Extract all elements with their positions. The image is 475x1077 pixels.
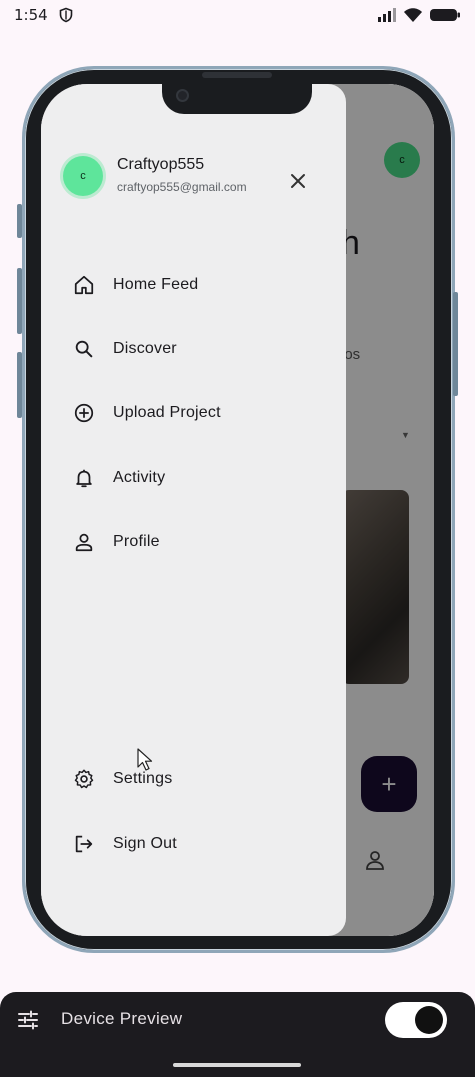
search-icon xyxy=(71,336,97,362)
device-screen: c h los ▼ + c Craftyop555 craftyop555@gm… xyxy=(41,84,434,936)
drawer-item-label: Profile xyxy=(113,533,160,550)
battery-icon xyxy=(430,9,460,21)
mute-switch xyxy=(17,204,22,238)
drawer-item-label: Activity xyxy=(113,469,166,486)
drawer-item-activity[interactable]: Activity xyxy=(71,458,321,498)
volume-down-button xyxy=(17,352,22,418)
device-notch xyxy=(162,72,312,114)
drawer-item-settings[interactable]: Settings xyxy=(71,759,321,799)
bell-icon xyxy=(71,465,97,491)
person-icon xyxy=(71,529,97,555)
power-button xyxy=(453,292,458,396)
navigation-drawer: c Craftyop555 craftyop555@gmail.com Home… xyxy=(41,84,346,936)
add-circle-icon xyxy=(71,400,97,426)
device-preview-toggle[interactable] xyxy=(385,1002,447,1038)
drawer-item-discover[interactable]: Discover xyxy=(71,329,321,369)
volume-up-button xyxy=(17,268,22,334)
drawer-item-profile[interactable]: Profile xyxy=(71,522,321,562)
drawer-item-label: Upload Project xyxy=(113,404,221,421)
close-icon xyxy=(291,174,305,188)
drawer-item-label: Discover xyxy=(113,340,177,357)
avatar[interactable]: c xyxy=(63,156,103,196)
drawer-item-label: Home Feed xyxy=(113,276,199,293)
drawer-item-label: Settings xyxy=(113,770,173,787)
home-indicator[interactable] xyxy=(173,1063,301,1067)
gear-icon xyxy=(71,766,97,792)
camera-icon xyxy=(176,89,189,102)
toggle-knob xyxy=(415,1006,443,1034)
drawer-header: c Craftyop555 craftyop555@gmail.com xyxy=(63,154,313,196)
drawer-item-label: Sign Out xyxy=(113,835,177,852)
shield-icon xyxy=(59,7,72,23)
drawer-item-sign-out[interactable]: Sign Out xyxy=(71,824,321,864)
drawer-item-home-feed[interactable]: Home Feed xyxy=(71,265,321,305)
mouse-cursor-icon xyxy=(137,748,153,771)
user-name: Craftyop555 xyxy=(117,156,205,173)
tune-icon[interactable] xyxy=(16,1008,40,1032)
user-email: craftyop555@gmail.com xyxy=(117,180,247,194)
home-icon xyxy=(71,272,97,298)
signal-icon xyxy=(378,8,396,22)
wifi-icon xyxy=(404,8,422,22)
status-bar: 1:54 xyxy=(0,0,475,30)
status-time: 1:54 xyxy=(14,6,48,24)
close-drawer-button[interactable] xyxy=(285,168,311,194)
device-preview-title: Device Preview xyxy=(61,1009,183,1028)
drawer-item-upload-project[interactable]: Upload Project xyxy=(71,393,321,433)
sign-out-icon xyxy=(71,831,97,857)
speaker-grille xyxy=(202,72,272,78)
